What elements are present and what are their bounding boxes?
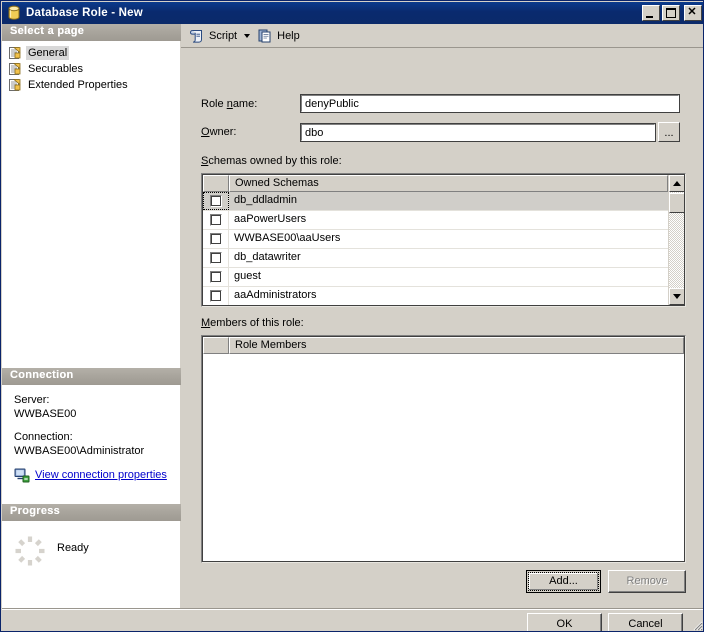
window-title: Database Role - New: [26, 7, 143, 19]
sidebar-item-extended-properties[interactable]: Extended Properties: [2, 77, 180, 93]
grid-header-owned-schemas[interactable]: Owned Schemas: [229, 175, 668, 192]
script-label: Script: [209, 29, 238, 42]
owner-row: Owner: dbo ...: [201, 122, 686, 142]
view-connection-properties-row[interactable]: View connection properties: [14, 467, 180, 483]
database-icon: [6, 5, 22, 21]
checkbox-icon[interactable]: [209, 271, 222, 283]
cancel-button[interactable]: Cancel: [608, 613, 683, 631]
table-row[interactable]: aaAdministrators: [203, 287, 684, 305]
owned-schemas-grid[interactable]: Owned Schemas db_ddladmin aaPowerUsers W…: [201, 173, 686, 307]
remove-button[interactable]: Remove: [608, 570, 686, 593]
dialog-footer: OK Cancel: [2, 609, 703, 631]
sidebar-item-label: General: [26, 46, 70, 60]
members-header-role-members[interactable]: Role Members: [229, 337, 684, 354]
table-row[interactable]: aaPowerUsers: [203, 211, 684, 230]
table-row[interactable]: db_datawriter: [203, 249, 684, 268]
toolbar: Script Help: [181, 24, 703, 48]
owner-input[interactable]: dbo: [300, 122, 656, 142]
add-button[interactable]: Add...: [526, 570, 601, 593]
sidebar: Select a page General Securables Extende…: [2, 24, 181, 626]
scrollbar-thumb[interactable]: [669, 193, 684, 213]
script-icon: [189, 28, 205, 44]
role-name-label: Role name:: [201, 97, 258, 110]
checkbox-icon[interactable]: [209, 195, 222, 207]
dialog-body: Select a page General Securables Extende…: [2, 24, 703, 631]
script-button[interactable]: Script: [185, 26, 241, 46]
members-header-row: Role Members: [203, 337, 684, 354]
sidebar-item-label: Securables: [28, 63, 84, 75]
connection-group: Connection: WWBASE00\Administrator: [14, 430, 180, 458]
grid-header-checkbox-column[interactable]: [203, 175, 229, 192]
close-button[interactable]: ✕: [684, 5, 702, 21]
schemas-section-label: Schemas owned by this role:: [201, 155, 342, 167]
role-name-row: Role name: denyPublic: [201, 94, 686, 113]
resize-grip[interactable]: [691, 619, 703, 631]
server-label: Server:: [14, 394, 50, 406]
members-rows: [203, 354, 684, 561]
row-schema-name: aaAdministrators: [234, 289, 317, 301]
scroll-up-arrow-icon[interactable]: [669, 175, 684, 192]
server-connection-icon: [14, 467, 30, 483]
schemas-vertical-scrollbar[interactable]: [668, 175, 684, 305]
role-name-input[interactable]: denyPublic: [300, 94, 680, 113]
row-schema-name: aaPowerUsers: [234, 213, 307, 225]
grid-header-row: Owned Schemas: [203, 175, 684, 192]
sidebar-item-general[interactable]: General: [2, 45, 180, 61]
maximize-button[interactable]: [662, 5, 680, 21]
row-schema-name: db_datawriter: [234, 251, 301, 263]
connection-header: Connection: [2, 368, 181, 385]
row-schema-name: WWBASE00\aaUsers: [234, 232, 341, 244]
connection-panel: Server: WWBASE00 Connection: WWBASE00\Ad…: [2, 385, 181, 504]
ok-button[interactable]: OK: [527, 613, 602, 631]
connection-value: WWBASE00\Administrator: [14, 445, 145, 457]
help-label: Help: [277, 29, 300, 42]
row-checkbox-cell[interactable]: [203, 268, 229, 286]
owner-browse-button[interactable]: ...: [658, 122, 680, 142]
checkbox-icon[interactable]: [209, 233, 222, 245]
row-schema-name: db_ddladmin: [234, 194, 297, 206]
checkbox-icon[interactable]: [209, 214, 222, 226]
row-checkbox-cell[interactable]: [203, 287, 229, 305]
table-row[interactable]: WWBASE00\aaUsers: [203, 230, 684, 249]
view-connection-properties-link[interactable]: View connection properties: [35, 469, 167, 481]
members-header-checkbox-column[interactable]: [203, 337, 229, 354]
table-row[interactable]: db_ddladmin: [203, 192, 684, 211]
row-checkbox-cell[interactable]: [203, 211, 229, 229]
sidebar-item-securables[interactable]: Securables: [2, 61, 180, 77]
page-icon: [8, 78, 22, 92]
title-bar[interactable]: Database Role - New ✕: [2, 2, 703, 24]
server-value: WWBASE00: [14, 408, 77, 420]
add-button-label: Add...: [528, 572, 599, 591]
role-members-grid[interactable]: Role Members: [201, 335, 686, 563]
checkbox-icon[interactable]: [209, 252, 222, 264]
page-icon: [8, 62, 22, 76]
connection-label: Connection:: [14, 431, 73, 443]
row-checkbox-cell[interactable]: [203, 249, 229, 267]
table-row[interactable]: guest: [203, 268, 684, 287]
help-icon: [257, 28, 273, 44]
progress-header: Progress: [2, 504, 181, 521]
close-icon: ✕: [687, 6, 697, 18]
server-group: Server: WWBASE00: [14, 393, 180, 421]
members-section-label: Members of this role:: [201, 317, 304, 329]
database-role-dialog: Database Role - New ✕ Select a page Gene…: [0, 0, 704, 632]
progress-status: Ready: [57, 542, 89, 554]
page-icon: [8, 46, 22, 60]
scroll-down-arrow-icon[interactable]: [669, 288, 684, 305]
chevron-down-icon[interactable]: [241, 27, 253, 45]
row-schema-name: guest: [234, 270, 261, 282]
row-checkbox-cell[interactable]: [203, 192, 229, 210]
content-pane: Script Help Role name: denyPublic Owner:…: [181, 24, 703, 609]
general-page: Role name: denyPublic Owner: dbo ... Sch…: [181, 49, 703, 609]
help-button[interactable]: Help: [253, 26, 304, 46]
select-a-page-header: Select a page: [2, 24, 181, 41]
checkbox-icon[interactable]: [209, 290, 222, 302]
sidebar-item-label: Extended Properties: [28, 79, 128, 91]
page-list: General Securables Extended Properties: [2, 41, 181, 368]
grid-rows: db_ddladmin aaPowerUsers WWBASE00\aaUser…: [203, 192, 684, 305]
minimize-button[interactable]: [642, 5, 660, 21]
owner-label: Owner:: [201, 126, 237, 138]
progress-spinner-icon: [12, 533, 48, 569]
row-checkbox-cell[interactable]: [203, 230, 229, 248]
